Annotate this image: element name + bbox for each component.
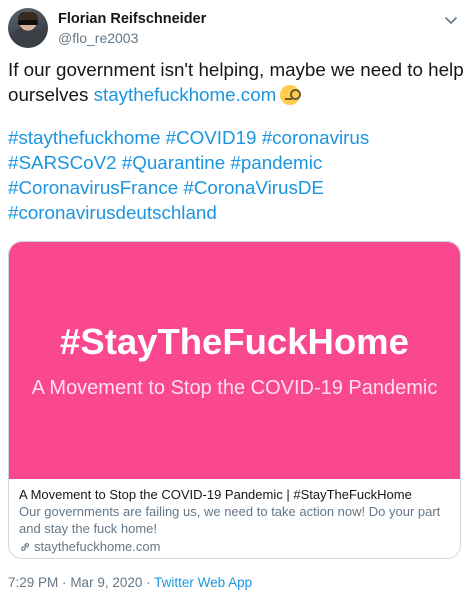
face-with-monocle-icon [280,85,302,105]
link-preview-card[interactable]: #StayTheFuckHome A Movement to Stop the … [8,241,461,559]
link-icon [21,543,29,551]
separator: · [62,575,67,590]
hashtag-line: #coronavirusdeutschland [8,200,463,225]
card-domain-text: staythefuckhome.com [34,539,161,554]
hashtag-link[interactable]: #SARSCoV2 [8,152,117,173]
hashtag-line: #staythefuckhome #COVID19 #coronavirus [8,125,463,150]
hashtag-link[interactable]: #CoronaVirusDE [183,177,324,198]
avatar-hair [18,12,38,20]
card-image[interactable]: #StayTheFuckHome A Movement to Stop the … [9,242,460,479]
hashtag-link[interactable]: #CoronavirusFrance [8,177,178,198]
hashtag-link[interactable]: #pandemic [230,152,322,173]
source-app-link[interactable]: Twitter Web App [154,575,252,590]
card-title: A Movement to Stop the COVID-19 Pandemic… [19,487,412,502]
separator: · [146,575,151,590]
tweet-date[interactable]: Mar 9, 2020 [70,575,142,590]
tweet-text-line: If our government isn't helping, maybe w… [8,59,464,80]
card-body[interactable]: A Movement to Stop the COVID-19 Pandemic… [9,479,460,558]
card-image-subtitle: A Movement to Stop the COVID-19 Pandemic [31,377,438,399]
hashtag-link[interactable]: #coronavirusdeutschland [8,202,217,223]
card-domain: staythefuckhome.com [19,538,450,556]
hashtag-list: #staythefuckhome #COVID19 #coronavirus #… [8,125,463,225]
tweet-text-line: ourselves staythefuckhome.com [8,82,463,107]
card-image-title: #StayTheFuckHome [60,321,409,362]
card-description-line: and stay the fuck home! [19,520,158,536]
tweet-text: If our government isn't helping, maybe w… [8,57,464,107]
hashtag-link[interactable]: #COVID19 [166,127,257,148]
hashtag-link[interactable]: #staythefuckhome [8,127,160,148]
card-description: Our governments are failing us, we need … [19,504,450,537]
hashtag-line: #SARSCoV2 #Quarantine #pandemic [8,150,463,175]
author-name[interactable]: Florian Reifschneider [58,11,206,27]
tweet-header: Florian Reifschneider @flo_re2003 [8,8,463,48]
card-description-line: Our governments are failing us, we need … [19,504,441,519]
tweet-text-word: ourselves [8,84,89,105]
hashtag-link[interactable]: #Quarantine [122,152,225,173]
chevron-down-icon[interactable] [443,12,459,28]
avatar[interactable] [8,8,48,48]
tweet-link[interactable]: staythefuckhome.com [94,84,277,105]
tweet-time[interactable]: 7:29 PM [8,575,58,590]
hashtag-line: #CoronavirusFrance #CoronaVirusDE [8,175,463,200]
tweet-footer: 7:29 PM · Mar 9, 2020 · Twitter Web App [8,575,252,590]
hashtag-link[interactable]: #coronavirus [262,127,370,148]
avatar-glasses [18,20,38,25]
author-handle[interactable]: @flo_re2003 [58,30,138,46]
